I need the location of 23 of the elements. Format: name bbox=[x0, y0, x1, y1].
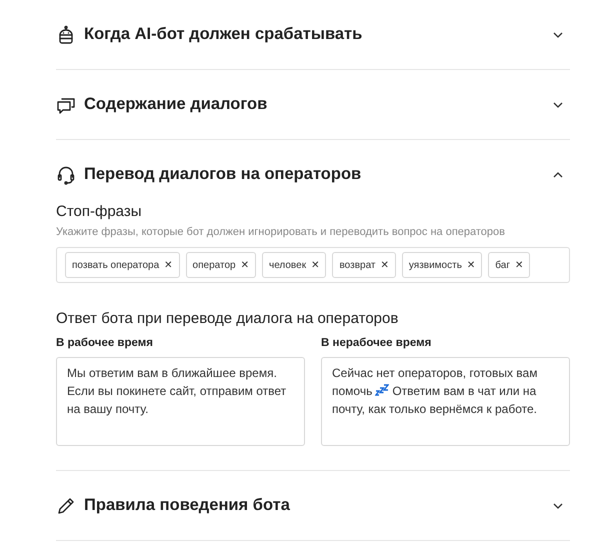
section-subtitle: Ответ бота при переводе диалога на операторов bbox=[56, 310, 400, 327]
remove-tag-button[interactable]: ✕ bbox=[311, 260, 320, 270]
section-header[interactable]: Когда AI-бот должен срабатывать bbox=[56, 0, 570, 69]
field-label: В нерабочее время bbox=[321, 337, 432, 349]
field-label: В рабочее время bbox=[56, 337, 154, 349]
answer-field[interactable]: Мы ответим вам в ближайшее время. Если вы покинете сайт, отправим ответ на вашу почту. bbox=[56, 357, 305, 446]
remove-tag-button[interactable]: ✕ bbox=[515, 260, 524, 270]
remove-tag-button[interactable]: ✕ bbox=[164, 260, 173, 270]
tag-label: возврат bbox=[339, 260, 376, 270]
tag-label: позвать оператора bbox=[72, 260, 160, 270]
tag-label: баг bbox=[495, 260, 510, 270]
tag-label: уязвимость bbox=[408, 260, 462, 270]
remove-tag-button[interactable]: ✕ bbox=[466, 260, 476, 270]
answer-field[interactable]: Сейчас нет операторов, готовых вам помочь Ответим вам в чат или на почту, как только вернёмся к работе. bbox=[321, 357, 570, 446]
section-header[interactable]: Правила поведения бота bbox=[56, 471, 570, 540]
remove-tag-button[interactable]: ✕ bbox=[380, 260, 389, 270]
tag-label: оператор bbox=[192, 260, 236, 270]
remove-tag-button[interactable]: ✕ bbox=[240, 260, 249, 270]
section-header[interactable]: Содержание диалогов bbox=[56, 70, 570, 139]
tags-field[interactable]: позвать оператора ✕ оператор ✕ человек ✕ возврат ✕ уязвимость ✕ баг ✕ bbox=[56, 247, 570, 283]
tag-label: человек bbox=[268, 260, 306, 270]
section-subtitle: Стоп-фразы bbox=[56, 203, 143, 220]
hint-text: Укажите фразы, которые бот должен игнорировать и переводить вопрос на операторов bbox=[56, 226, 506, 238]
